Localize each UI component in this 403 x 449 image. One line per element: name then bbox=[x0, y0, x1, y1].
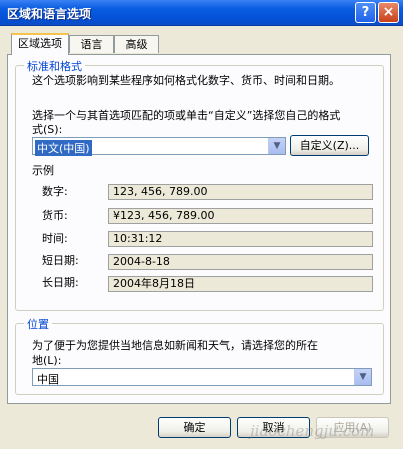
location-description-line1: 为了便于为您提供当地信息如新闻和天气，请选择您的所在 bbox=[32, 339, 318, 352]
location-select-value: 中国 bbox=[37, 373, 59, 386]
watermark-text: jiaochengju.com bbox=[250, 422, 375, 440]
location-select[interactable]: 中国 ▼ bbox=[32, 368, 372, 386]
sample-number-label: 数字: bbox=[42, 185, 68, 198]
location-group-title: 位置 bbox=[24, 316, 52, 332]
tab-regional-options[interactable]: 区域选项 bbox=[11, 33, 69, 55]
close-button[interactable]: × bbox=[378, 2, 399, 23]
ok-button[interactable]: 确定 bbox=[158, 417, 231, 438]
sample-currency-label: 货币: bbox=[42, 209, 68, 222]
tab-advanced[interactable]: 高级 bbox=[114, 35, 159, 53]
window-title: 区域和语言选项 bbox=[7, 7, 92, 21]
standards-description: 这个选项影响到某些程序如何格式化数字、货币、时间和日期。 bbox=[32, 74, 340, 87]
title-bar: 区域和语言选项 ? × bbox=[0, 0, 403, 26]
sample-time-value: 10:31:12 bbox=[108, 231, 373, 247]
chevron-down-icon[interactable]: ▼ bbox=[268, 138, 285, 154]
customize-button[interactable]: 自定义(Z)... bbox=[290, 135, 369, 156]
sample-number-value: 123, 456, 789.00 bbox=[108, 184, 373, 200]
sample-short-date-label: 短日期: bbox=[42, 254, 79, 267]
standards-instruction-line1: 选择一个与其首选项匹配的项或单击“自定义”选择您自己的格式 bbox=[32, 109, 341, 122]
locale-select[interactable]: 中文(中国) ▼ bbox=[32, 137, 286, 156]
sample-currency-value: ¥123, 456, 789.00 bbox=[108, 208, 373, 224]
chevron-down-icon[interactable]: ▼ bbox=[354, 369, 371, 385]
samples-heading: 示例 bbox=[32, 164, 54, 177]
standards-instruction-line2: 式(S): bbox=[32, 123, 63, 136]
sample-time-label: 时间: bbox=[42, 232, 68, 245]
help-button[interactable]: ? bbox=[355, 2, 376, 23]
location-description-line2: 地(L): bbox=[32, 354, 62, 367]
sample-short-date-value: 2004-8-18 bbox=[108, 254, 373, 270]
sample-long-date-label: 长日期: bbox=[42, 276, 79, 289]
tab-languages[interactable]: 语言 bbox=[69, 35, 114, 53]
locale-select-value: 中文(中国) bbox=[35, 140, 92, 156]
sample-long-date-value: 2004年8月18日 bbox=[108, 276, 373, 292]
tab-panel: 标准和格式 这个选项影响到某些程序如何格式化数字、货币、时间和日期。 选择一个与… bbox=[7, 54, 391, 404]
